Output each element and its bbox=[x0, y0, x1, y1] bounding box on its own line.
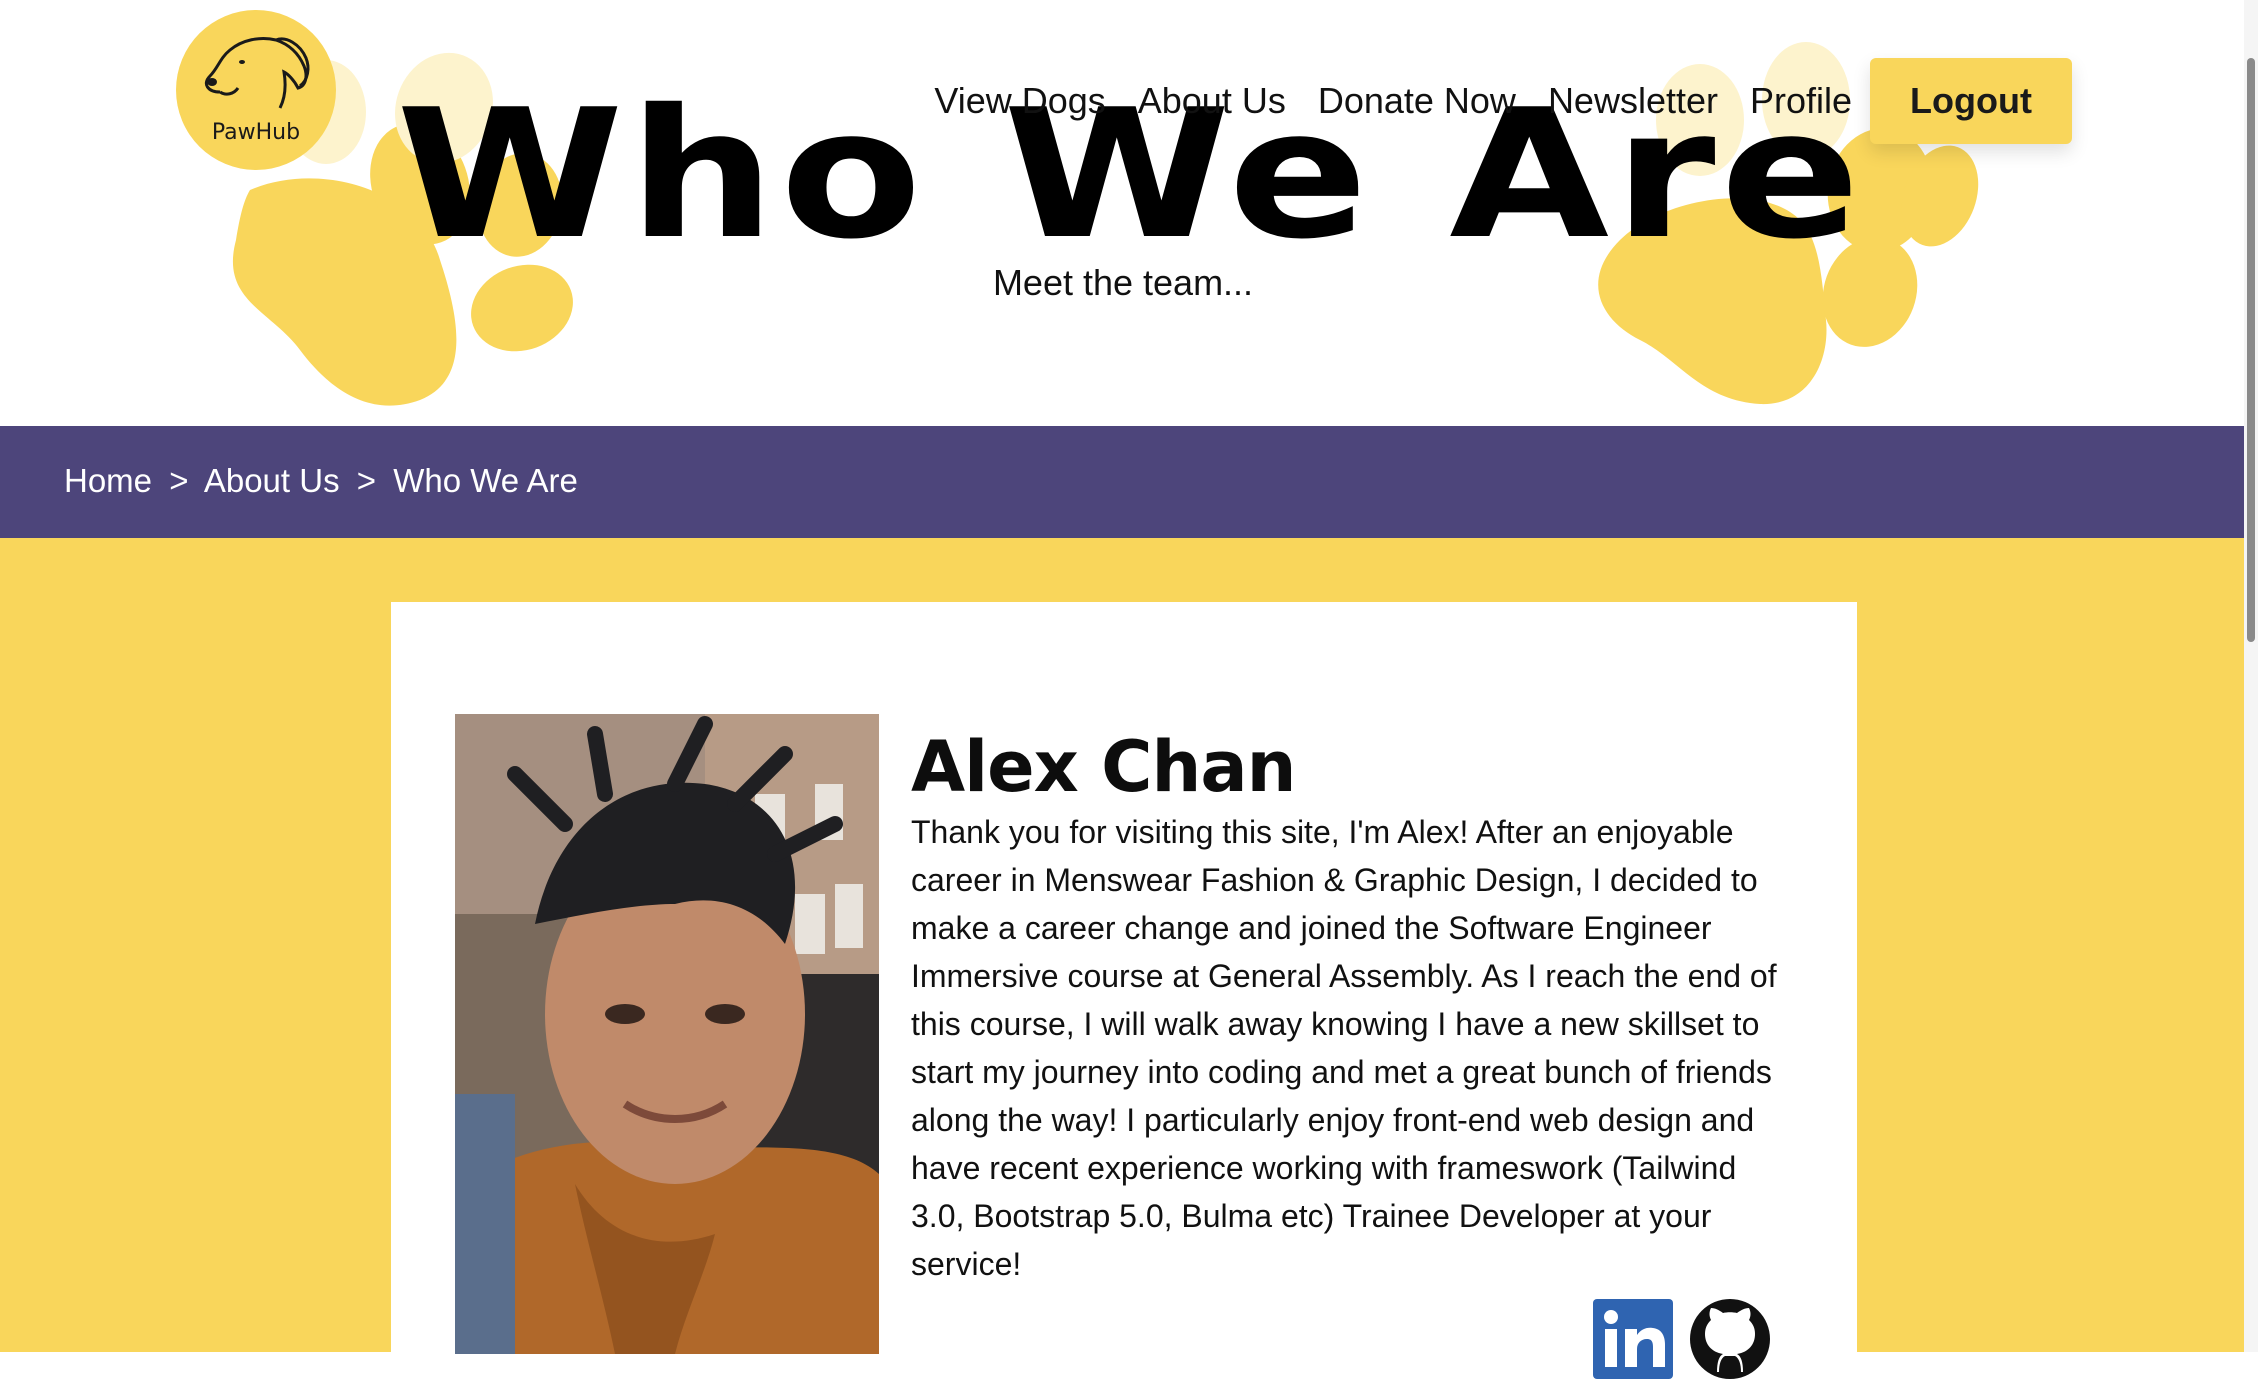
nav-newsletter[interactable]: Newsletter bbox=[1548, 80, 1718, 122]
member-photo bbox=[455, 714, 879, 1354]
site-header: Who We Are Who We Are Meet the team... P… bbox=[0, 0, 2258, 426]
nav-profile[interactable]: Profile bbox=[1750, 80, 1852, 122]
member-bio: Thank you for visiting this site, I'm Al… bbox=[911, 814, 1777, 1282]
main-nav: View Dogs About Us Donate Now Newsletter… bbox=[934, 58, 2072, 144]
breadcrumb-separator: > bbox=[356, 462, 377, 499]
nav-view-dogs[interactable]: View Dogs bbox=[934, 80, 1105, 122]
breadcrumb-current: Who We Are bbox=[393, 462, 578, 499]
hero-subtitle: Meet the team... bbox=[992, 262, 1254, 303]
member-name: Alex Chan bbox=[911, 726, 1296, 808]
nav-donate-now[interactable]: Donate Now bbox=[1318, 80, 1516, 122]
member-portrait bbox=[455, 714, 879, 1354]
nav-about-us[interactable]: About Us bbox=[1138, 80, 1286, 122]
breadcrumb-separator: > bbox=[169, 462, 189, 499]
social-links bbox=[1593, 1298, 1771, 1380]
logo-text: PawHub bbox=[211, 120, 301, 145]
team-section: Alex Chan Thank you for visiting this si… bbox=[0, 538, 2258, 1379]
linkedin-icon[interactable] bbox=[1593, 1299, 1673, 1379]
breadcrumb-about-us[interactable]: About Us bbox=[204, 462, 340, 499]
team-member-card: Alex Chan Thank you for visiting this si… bbox=[391, 602, 1857, 1379]
breadcrumb-home[interactable]: Home bbox=[64, 462, 152, 499]
pawhub-logo[interactable]: PawHub bbox=[176, 10, 336, 170]
github-icon[interactable] bbox=[1689, 1298, 1771, 1380]
dog-icon bbox=[204, 36, 310, 109]
breadcrumb: Home > About Us > Who We Are bbox=[64, 462, 578, 500]
breadcrumb-bar: Home > About Us > Who We Are bbox=[0, 426, 2258, 538]
logout-button[interactable]: Logout bbox=[1870, 58, 2072, 144]
